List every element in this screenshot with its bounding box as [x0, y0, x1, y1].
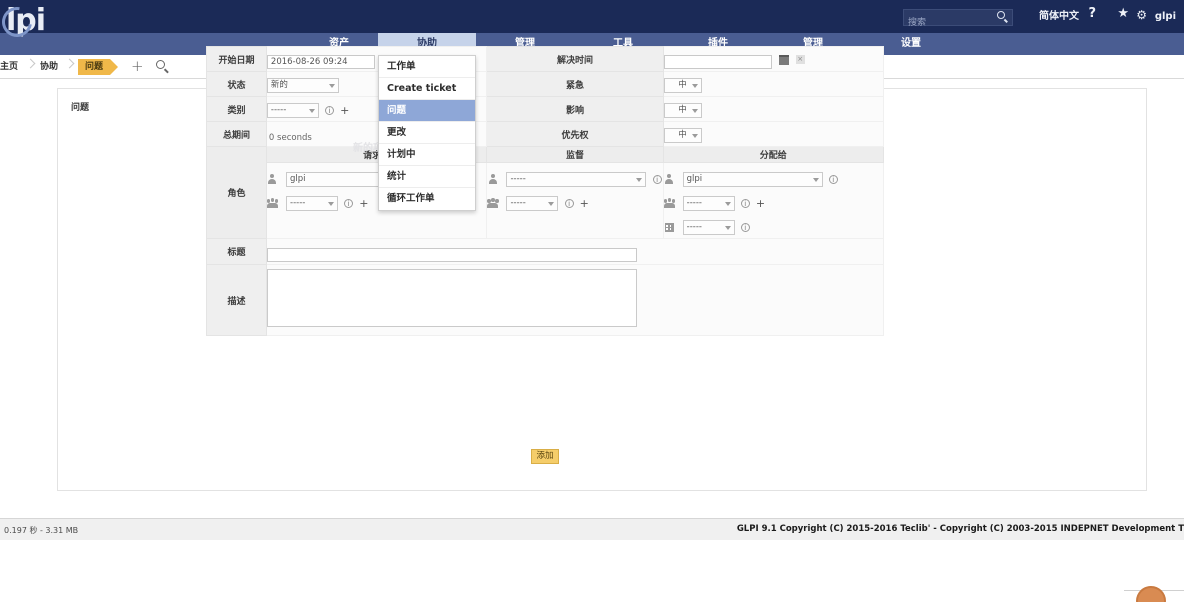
group-icon-requester [266, 198, 279, 209]
clear-icon[interactable]: × [795, 55, 805, 64]
assigned-group-select[interactable]: ----- [682, 196, 735, 211]
total-duration-value: 0 seconds [268, 132, 312, 143]
urgency-select[interactable]: 中 [663, 77, 702, 93]
info-icon-asg-group[interactable]: i [740, 199, 750, 208]
chevron-down-icon-wat-user [636, 178, 643, 182]
help-icon[interactable]: ? [1088, 6, 1096, 21]
footer-bar: 0.197 秒 - 3.31 MB GLPI 9.1 Copyright (C)… [0, 518, 1184, 540]
breadcrumb-current[interactable]: 问题 [78, 59, 119, 75]
user-icon-requester [267, 174, 278, 185]
chevron-down-icon-asg-supplier [724, 226, 731, 230]
dropdown-item-0[interactable]: 工作单 [379, 56, 475, 78]
glpi-logo[interactable]: lpi [0, 1, 46, 43]
total-duration-label: 总期间 [206, 121, 267, 147]
add-category-icon[interactable]: + [340, 104, 349, 117]
add-assigned-group-icon[interactable]: + [756, 197, 765, 210]
watcher-user-select[interactable]: ----- [506, 172, 647, 187]
dropdown-item-2[interactable]: 问题 [379, 100, 475, 122]
top-header-bar: lpi 简体中文 ? ★ ⚙ glpi [0, 0, 1184, 47]
description-textarea[interactable] [266, 269, 637, 327]
roles-column-assigned: 分配给 [662, 146, 885, 163]
info-icon-asg-user[interactable]: i [828, 175, 838, 184]
user-icon-assigned [664, 174, 675, 185]
page-title: 问题 [71, 103, 90, 113]
copyright-text: GLPI 9.1 Copyright (C) 2015-2016 Teclib'… [736, 524, 1184, 534]
gear-icon[interactable]: ⚙ [1136, 8, 1147, 23]
problem-form: 开始日期 解决时间 × 状态 新的 [206, 46, 885, 336]
description-field-label: 描述 [206, 264, 267, 336]
submit-button[interactable]: 添加 [531, 449, 559, 464]
breadcrumb-search-icon[interactable] [156, 60, 169, 74]
category-select[interactable]: ----- [266, 102, 319, 118]
performance-info: 0.197 秒 - 3.31 MB [4, 526, 79, 535]
add-icon[interactable]: + [131, 57, 144, 75]
dropdown-item-4[interactable]: 计划中 [379, 144, 475, 166]
resolution-time-input[interactable] [663, 55, 772, 69]
title-field-label: 标题 [206, 238, 267, 265]
category-label: 类别 [206, 96, 267, 122]
roles-cell-watcher: ----- i ----- i + [486, 162, 664, 239]
form-actions: 添加 [206, 449, 884, 464]
chevron-down-icon-priority [691, 133, 698, 138]
group-icon-assigned [663, 198, 676, 209]
dropdown-item-5[interactable]: 统计 [379, 166, 475, 188]
calendar-icon-resolution[interactable] [778, 54, 789, 65]
info-icon-category[interactable]: i [325, 105, 335, 115]
urgency-label: 紧急 [486, 71, 664, 97]
user-menu-label[interactable]: glpi [1155, 9, 1176, 24]
priority-label: 优先权 [486, 121, 664, 147]
assistance-dropdown-menu[interactable]: 工作单 Create ticket 问题 更改 计划中 统计 循环工作单 [378, 55, 476, 211]
favorite-star-icon[interactable]: ★ [1117, 6, 1129, 21]
status-label: 状态 [206, 71, 267, 97]
impact-select[interactable]: 中 [663, 102, 702, 118]
roles-cell-assigned: glpi i ----- i + ----- i [662, 162, 885, 239]
user-icon-watcher [487, 174, 498, 185]
supplier-icon [664, 222, 675, 233]
start-date-label: 开始日期 [206, 46, 267, 72]
info-icon-wat-user[interactable]: i [652, 175, 662, 184]
watcher-group-select[interactable]: ----- [506, 196, 559, 211]
info-icon-asg-supplier[interactable]: i [740, 223, 750, 232]
add-watcher-group-icon[interactable]: + [580, 197, 589, 210]
priority-select[interactable]: 中 [663, 127, 702, 143]
chevron-down-icon-wat-group [548, 202, 555, 206]
chevron-down-icon-asg-user [812, 178, 819, 182]
resolution-time-label: 解决时间 [486, 46, 664, 72]
chevron-down-icon-status [328, 83, 335, 88]
add-requester-group-icon[interactable]: + [359, 197, 368, 210]
dropdown-item-6[interactable]: 循环工作单 [379, 188, 475, 210]
chevron-down-icon-asg-group [724, 202, 731, 206]
roles-column-watcher: 监督 [486, 146, 664, 163]
roles-label: 角色 [206, 146, 267, 239]
chevron-down-icon-req-group [328, 202, 335, 206]
chevron-down-icon-category [308, 108, 315, 113]
corner-avatar-widget[interactable] [1136, 586, 1166, 602]
dropdown-item-3[interactable]: 更改 [379, 122, 475, 144]
glpi-application-window: lpi 简体中文 ? ★ ⚙ glpi 资产协助管理工具插件管理设置 主页 协助… [0, 0, 1184, 602]
chevron-right-icon-2 [64, 58, 75, 69]
breadcrumb-home[interactable]: 主页 [0, 59, 18, 75]
global-search-input[interactable] [904, 15, 992, 31]
assigned-supplier-select[interactable]: ----- [682, 220, 735, 235]
assigned-user-select[interactable]: glpi [682, 172, 823, 187]
requester-group-select[interactable]: ----- [286, 196, 339, 211]
info-icon-req-group[interactable]: i [344, 199, 354, 208]
breadcrumb-section[interactable]: 协助 [40, 59, 58, 75]
search-icon[interactable] [997, 11, 1009, 23]
status-select[interactable]: 新的 [266, 77, 339, 93]
chevron-down-icon-urgency [691, 83, 698, 88]
title-input[interactable] [266, 247, 637, 262]
group-icon-watcher [487, 198, 499, 209]
dropdown-item-1[interactable]: Create ticket [379, 78, 475, 100]
info-icon-wat-group[interactable]: i [564, 199, 574, 208]
start-date-input[interactable] [266, 55, 375, 69]
global-search-box[interactable] [903, 9, 1013, 31]
chevron-down-icon-impact [691, 108, 698, 113]
language-selector[interactable]: 简体中文 [1039, 9, 1079, 24]
impact-label: 影响 [486, 96, 664, 122]
chevron-right-icon-1 [25, 58, 36, 69]
